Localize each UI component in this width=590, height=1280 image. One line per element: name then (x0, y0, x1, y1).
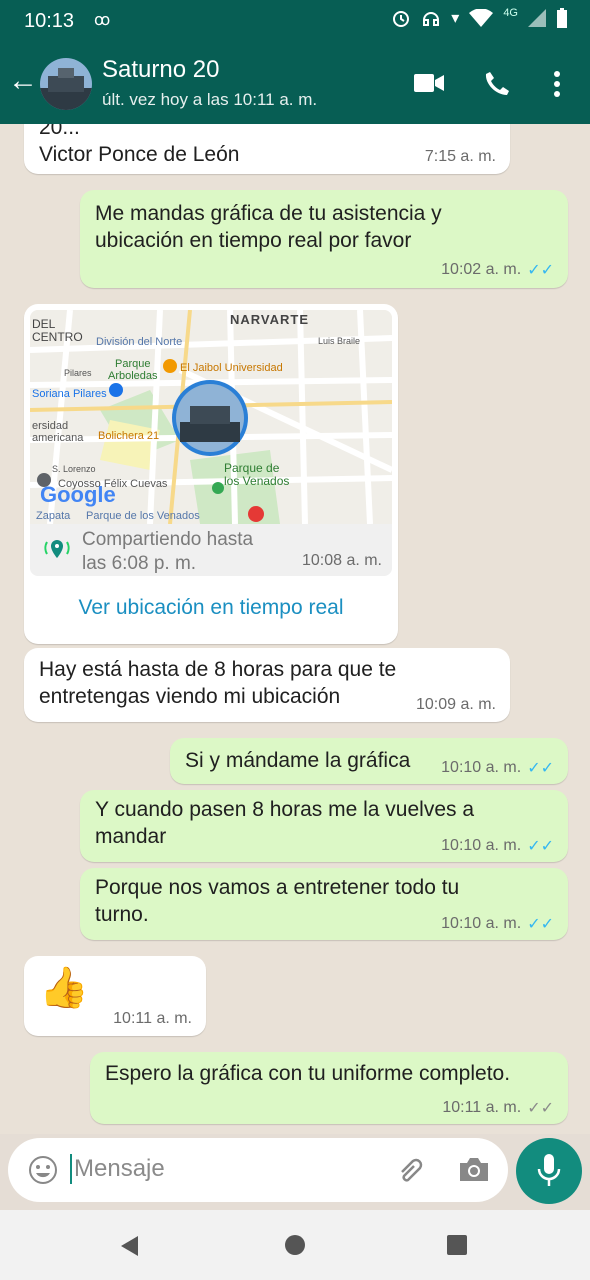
map-label: Zapata (36, 510, 71, 522)
map-label: El Jaibol Universidad (180, 362, 283, 374)
message-time: 10:02 a. m. (441, 261, 522, 278)
status-time: 10:13 (24, 10, 75, 32)
map-label: Bolichera 21 (98, 430, 160, 442)
mic-button[interactable] (516, 1138, 582, 1204)
message-time: 10:11 a. m. (113, 1010, 192, 1027)
contact-avatar[interactable] (40, 58, 92, 110)
last-seen: últ. vez hoy a las 10:11 a. m. (102, 90, 318, 109)
map-label: Parque Arboledas (108, 358, 158, 382)
read-ticks-icon: ✓✓ (527, 760, 554, 777)
signal-icon (528, 9, 546, 27)
message-time: 10:11 a. m. (442, 1099, 522, 1116)
read-ticks-icon: ✓✓ (527, 262, 554, 279)
message-incoming[interactable]: Hay está hasta de 8 horas para que te en… (24, 648, 510, 722)
map-label: División del Norte (96, 336, 183, 348)
sharing-until: Compartiendo hasta las 6:08 p. m. (82, 529, 254, 574)
message-incoming[interactable]: 👍 10:11 a. m. (24, 956, 206, 1036)
message-outgoing[interactable]: Si y mándame la gráfica 10:10 a. m. ✓✓ (170, 738, 568, 784)
emoji-icon[interactable] (28, 1155, 58, 1185)
message-time: 10:08 a. m. (301, 552, 382, 569)
live-location-icon (44, 540, 70, 558)
map-label: Parque de los Venados (86, 510, 200, 522)
attach-icon[interactable] (396, 1156, 428, 1186)
read-ticks-icon: ✓✓ (527, 838, 554, 855)
message-time: 10:09 a. m. (415, 696, 496, 713)
live-location-map[interactable]: NARVARTE DEL CENTRO División del Norte L… (30, 310, 392, 524)
view-live-location-link[interactable]: Ver ubicación en tiempo real (24, 596, 398, 620)
message-composer[interactable]: Mensaje (8, 1138, 508, 1202)
chat-header: ← Saturno 20 últ. vez hoy a las 10:11 a.… (0, 44, 590, 124)
message-text: Porque nos vamos a entretener todo tu tu… (95, 876, 460, 926)
wifi-icon (469, 9, 494, 27)
message-outgoing[interactable]: Porque nos vamos a entretener todo tu tu… (80, 868, 568, 940)
thumbs-up-emoji: 👍 (39, 966, 89, 1010)
message-text: Y cuando pasen 8 horas me la vuelves a m… (95, 798, 475, 848)
message-text: 20... Victor Ponce de León (39, 124, 240, 166)
location-message[interactable]: NARVARTE DEL CENTRO División del Norte L… (24, 304, 398, 644)
map-label: Parque de los Venados (224, 461, 290, 488)
message-time: 7:15 a. m. (424, 148, 496, 165)
message-text: Hay está hasta de 8 horas para que te en… (39, 658, 397, 708)
mic-icon (537, 1154, 561, 1186)
nav-recents-icon[interactable] (446, 1234, 468, 1256)
headset-icon (423, 12, 440, 26)
contact-name[interactable]: Saturno 20 (102, 56, 219, 84)
network-type: 4G (503, 7, 518, 19)
google-logo: Google (40, 482, 116, 507)
alarm-icon (393, 11, 410, 27)
message-outgoing[interactable]: Me mandas gráfica de tu asistencia y ubi… (80, 190, 568, 288)
read-ticks-icon: ✓✓ (527, 916, 554, 933)
chat-area[interactable]: 20... Victor Ponce de León 7:15 a. m. Me… (0, 124, 590, 1134)
video-call-icon[interactable] (414, 72, 444, 94)
message-input[interactable]: Mensaje (70, 1154, 165, 1184)
delivered-ticks-icon: ✓✓ (527, 1100, 554, 1117)
map-label: ersidad americana (32, 420, 84, 444)
map-label: Pilares (64, 368, 92, 378)
back-arrow-icon[interactable]: ← (8, 66, 38, 96)
message-time: 10:10 a. m. (441, 915, 522, 932)
map-label: Luis Braile (318, 336, 361, 346)
camera-icon[interactable] (458, 1155, 490, 1183)
more-vert-icon[interactable] (552, 70, 562, 98)
message-incoming[interactable]: 20... Victor Ponce de León 7:15 a. m. (24, 124, 510, 174)
map-label: Soriana Pilares (32, 388, 107, 400)
message-time: 10:10 a. m. (441, 837, 522, 854)
map-label: NARVARTE (230, 312, 310, 327)
status-icons: ▾ 4G (391, 7, 568, 28)
message-text: Espero la gráfica con tu uniforme comple… (105, 1062, 511, 1085)
caret-icon: ▾ (451, 10, 460, 27)
map-label: DEL CENTRO (32, 317, 83, 344)
sharing-row: Compartiendo hasta las 6:08 p. m. 10:08 … (30, 524, 392, 576)
system-nav-bar (0, 1210, 590, 1280)
phone-icon[interactable] (484, 70, 510, 96)
message-time: 10:10 a. m. (441, 759, 522, 776)
message-text: Me mandas gráfica de tu asistencia y ubi… (95, 202, 442, 252)
nav-home-icon[interactable] (284, 1234, 306, 1256)
battery-icon (557, 8, 567, 28)
nav-back-icon[interactable] (118, 1234, 142, 1258)
message-text: Si y mándame la gráfica (185, 749, 411, 772)
voicemail-icon: ꝏ (94, 12, 111, 29)
message-outgoing[interactable]: Espero la gráfica con tu uniforme comple… (90, 1052, 568, 1124)
status-bar: 10:13 ꝏ ▾ 4G (0, 0, 590, 44)
map-label: S. Lorenzo (52, 464, 96, 474)
message-outgoing[interactable]: Y cuando pasen 8 horas me la vuelves a m… (80, 790, 568, 862)
